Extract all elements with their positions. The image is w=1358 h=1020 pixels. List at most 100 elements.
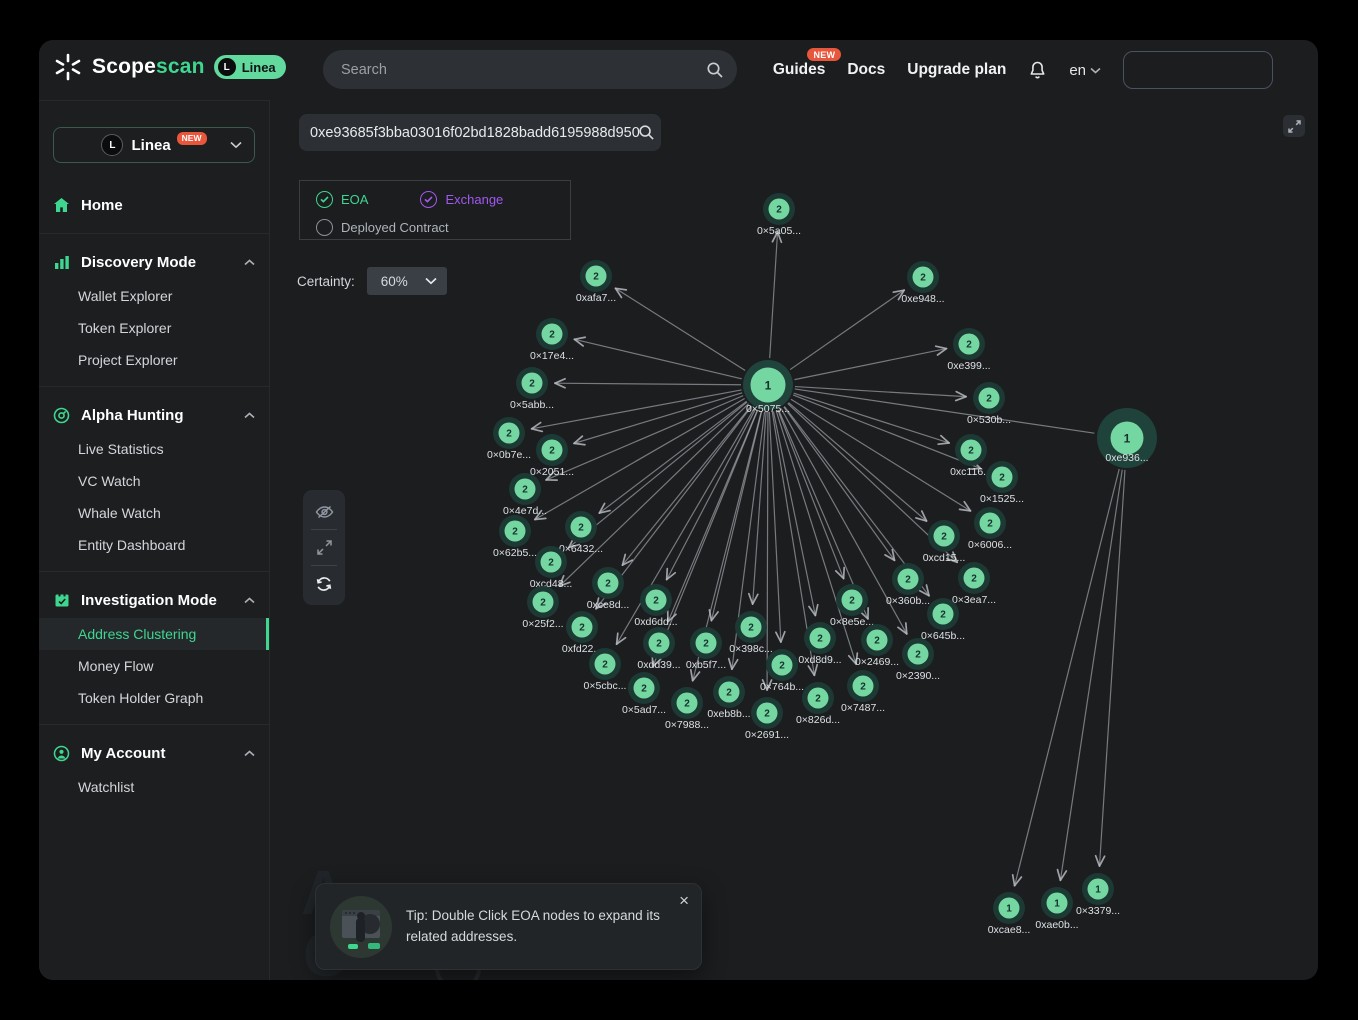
graph-node[interactable]: 20×5a05... <box>757 193 801 237</box>
graph-node[interactable]: 20xeb8b... <box>707 676 750 720</box>
graph-node[interactable]: 20xcd15... <box>923 520 966 564</box>
search-input[interactable] <box>323 62 706 78</box>
graph-node-label: 0×62b5... <box>493 547 537 559</box>
sidebar-item-wallet-explorer[interactable]: Wallet Explorer <box>39 280 269 312</box>
graph-node[interactable]: 20×0b7e... <box>487 417 531 461</box>
graph-node[interactable]: 20×5ad7... <box>622 672 666 716</box>
new-badge: NEW <box>177 132 207 145</box>
graph-node-label: 0xae0b... <box>1035 919 1078 931</box>
graph-node[interactable]: 20×8e5e... <box>830 584 874 628</box>
address-search-box[interactable] <box>299 114 661 151</box>
checkbox-unchecked-icon <box>316 219 333 236</box>
graph-node[interactable]: 20xdd39... <box>637 627 680 671</box>
expand-graph-button[interactable] <box>303 530 345 565</box>
graph-node[interactable]: 20×530b... <box>967 382 1011 426</box>
sidebar-item-entity-dashboard[interactable]: Entity Dashboard <box>39 529 269 561</box>
divider <box>39 571 269 572</box>
nav-docs[interactable]: Docs <box>847 61 885 79</box>
sidebar-item-address-clustering[interactable]: Address Clustering <box>39 618 269 650</box>
graph-node[interactable]: 20×2390... <box>896 638 940 682</box>
notifications-bell-icon[interactable] <box>1028 60 1047 80</box>
graph-node[interactable]: 10×5075... <box>743 360 793 415</box>
graph-node[interactable]: 10xcae8... <box>988 892 1031 936</box>
sidebar-item-live-statistics[interactable]: Live Statistics <box>39 433 269 465</box>
nav-upgrade-plan[interactable]: Upgrade plan <box>907 61 1006 79</box>
graph-node-label: 0×2469... <box>855 656 899 668</box>
graph-node[interactable]: 20×25f2... <box>522 586 563 630</box>
graph-node-count: 2 <box>776 205 782 216</box>
sidebar-item-money-flow[interactable]: Money Flow <box>39 650 269 682</box>
graph-node[interactable]: 20×6432... <box>559 511 603 555</box>
sidebar-item-whale-watch[interactable]: Whale Watch <box>39 497 269 529</box>
chain-selector[interactable]: L Linea NEW <box>53 127 255 163</box>
filter-deployed-contract[interactable]: Deployed Contract <box>316 219 449 236</box>
sidebar-item-token-explorer[interactable]: Token Explorer <box>39 312 269 344</box>
graph-node[interactable]: 20xb5f7... <box>686 627 726 671</box>
nav-guides[interactable]: Guides NEW <box>773 61 826 79</box>
graph-node[interactable]: 20×360b... <box>886 563 930 607</box>
graph-node[interactable]: 20×62b5... <box>493 515 537 559</box>
graph-edge <box>784 407 895 560</box>
graph-node[interactable]: 20×5abb... <box>510 367 554 411</box>
graph-node-count: 2 <box>940 610 946 621</box>
hide-labels-button[interactable] <box>303 494 345 529</box>
graph-node[interactable]: 20×4e7d... <box>503 473 547 517</box>
graph-node[interactable]: 20×2051... <box>530 434 574 478</box>
sidebar-group-investigation-mode[interactable]: Investigation Mode <box>39 582 269 618</box>
graph-node[interactable]: 20×6006... <box>968 507 1012 551</box>
graph-edge-arrowhead <box>667 573 676 580</box>
graph-edge-arrowhead <box>938 349 947 355</box>
filter-eoa[interactable]: EOA <box>316 191 368 208</box>
graph-node[interactable]: 20×7487... <box>841 670 885 714</box>
address-input[interactable] <box>299 125 658 141</box>
graph-node[interactable]: 20xfd22... <box>562 611 602 655</box>
expand-icon <box>316 539 333 556</box>
graph-edge-arrowhead <box>1057 870 1060 881</box>
graph-node[interactable]: 20×17e4... <box>530 318 574 362</box>
fullscreen-button[interactable] <box>1283 115 1305 137</box>
sidebar-group-discovery-mode[interactable]: Discovery Mode <box>39 244 269 280</box>
brand: Scopescan L Linea <box>53 52 286 82</box>
graph-node[interactable]: 20xc116... <box>950 434 992 478</box>
graph-node-count: 2 <box>915 650 921 661</box>
close-icon[interactable]: × <box>679 892 689 909</box>
language-selector[interactable]: en <box>1069 62 1101 79</box>
refresh-graph-button[interactable] <box>303 566 345 601</box>
graph-node-count: 2 <box>522 485 528 496</box>
graph-node[interactable]: 20×2691... <box>745 697 789 741</box>
graph-node[interactable]: 10×3379... <box>1076 873 1120 917</box>
graph-node[interactable]: 10xae0b... <box>1035 887 1078 931</box>
sidebar-item-token-holder-graph[interactable]: Token Holder Graph <box>39 682 269 714</box>
graph-node[interactable]: 20xe948... <box>901 261 944 305</box>
sidebar-item-vc-watch[interactable]: VC Watch <box>39 465 269 497</box>
graph-edge-arrowhead <box>574 443 585 444</box>
graph-edge-arrowhead <box>898 627 907 634</box>
sidebar-item-project-explorer[interactable]: Project Explorer <box>39 344 269 376</box>
filter-exchange[interactable]: Exchange <box>420 191 503 208</box>
graph-node-label: 0×3379... <box>1076 905 1120 917</box>
connect-wallet-button[interactable] <box>1123 51 1273 89</box>
graph-node[interactable]: 20×398c... <box>729 611 773 655</box>
global-search[interactable] <box>323 50 737 89</box>
app-window: A C 10xe936...10×5075...20×5a05...20xafa… <box>39 40 1318 980</box>
search-icon <box>706 61 724 79</box>
graph-node[interactable]: 10xe936... <box>1097 408 1157 468</box>
graph-node[interactable]: 20xce8d... <box>587 567 630 611</box>
graph-node[interactable]: 20xd6dd... <box>634 584 677 628</box>
graph-edge <box>795 387 966 397</box>
graph-node-label: 0×5075... <box>746 403 790 415</box>
graph-node[interactable]: 20xe399... <box>947 328 990 372</box>
sidebar-item-home[interactable]: Home <box>39 187 269 223</box>
sidebar-group-my-account[interactable]: My Account <box>39 735 269 771</box>
graph-node[interactable]: 20xd8d9... <box>798 622 841 666</box>
graph-node[interactable]: 20xafa7... <box>576 260 616 304</box>
graph-node[interactable]: 20×2469... <box>855 624 899 668</box>
sidebar-item-watchlist[interactable]: Watchlist <box>39 771 269 803</box>
node-type-legend: EOA Exchange Deployed Contract <box>299 180 571 240</box>
graph-node[interactable]: 20×3ea7... <box>952 562 996 606</box>
sidebar-group-alpha-hunting[interactable]: Alpha Hunting <box>39 397 269 433</box>
certainty-select[interactable]: 60% <box>367 267 447 295</box>
graph-node-label: 0×7988... <box>665 719 709 731</box>
graph-node-count: 2 <box>641 684 647 695</box>
graph-node[interactable]: 20×7988... <box>665 687 709 731</box>
